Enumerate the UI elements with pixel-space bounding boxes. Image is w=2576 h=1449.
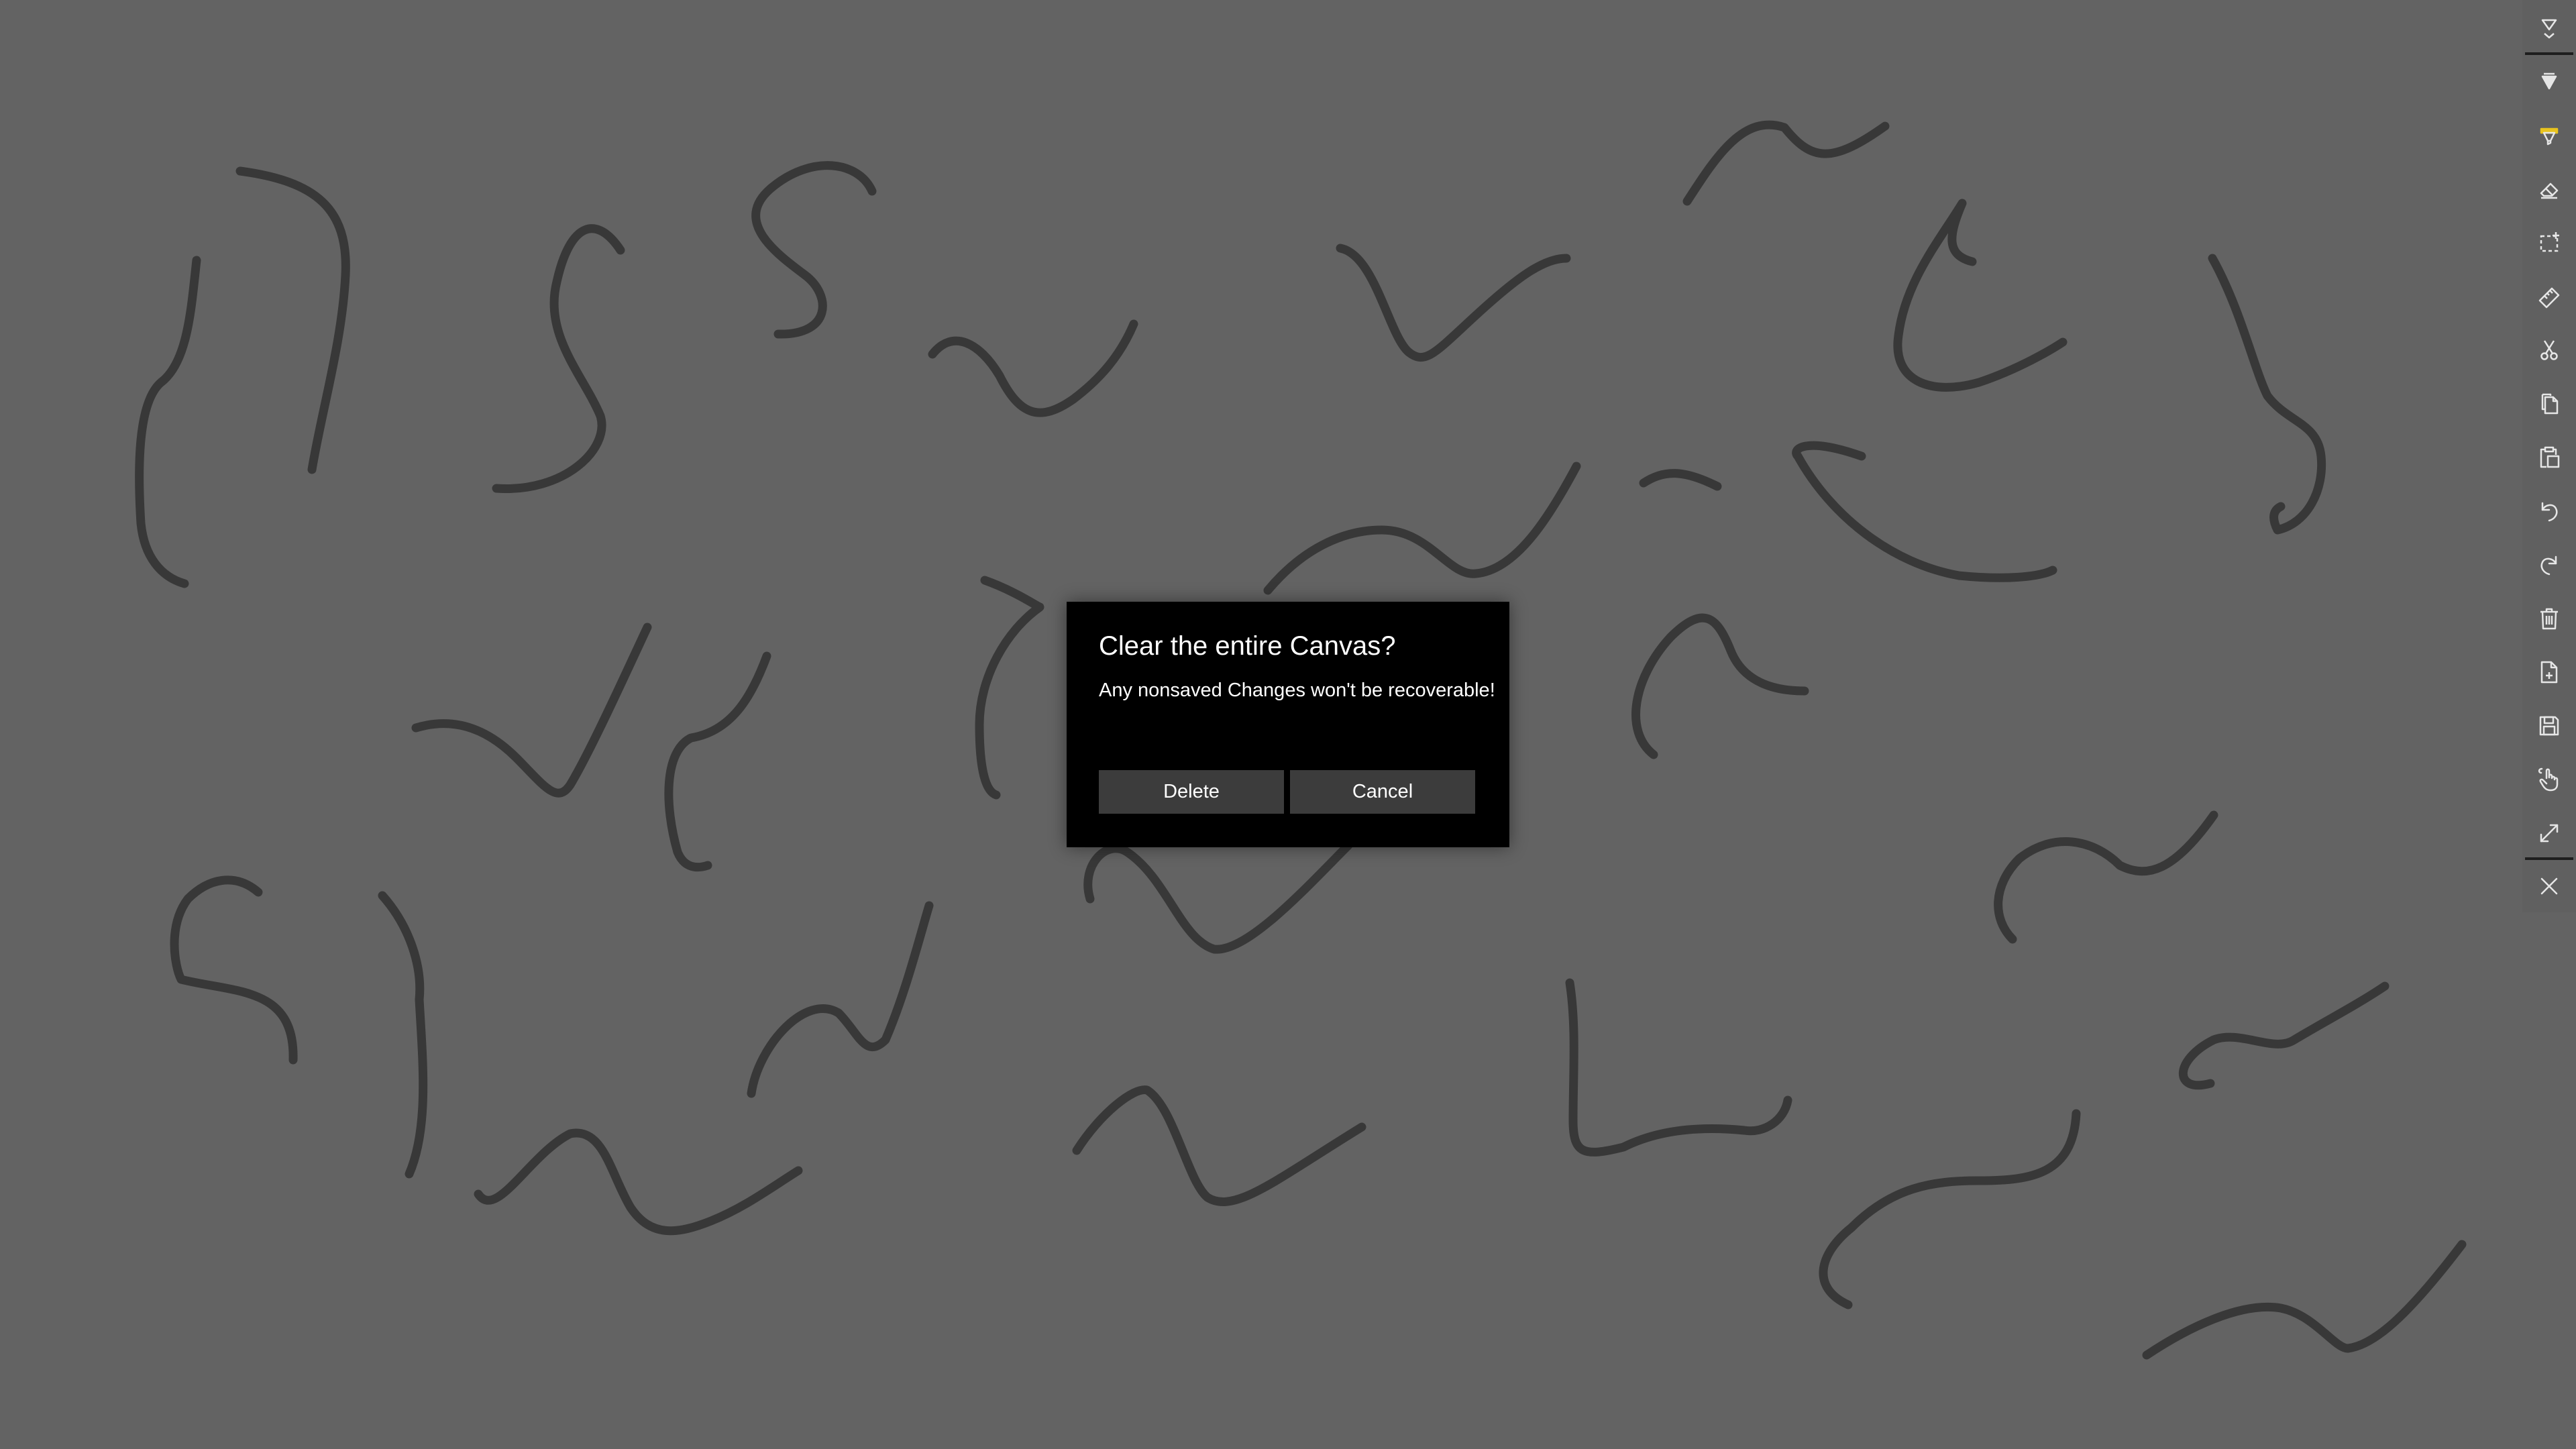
save-button[interactable] [2522, 699, 2576, 753]
clear-canvas-dialog: Clear the entire Canvas? Any nonsaved Ch… [1067, 602, 1509, 847]
clear-canvas-button[interactable] [2522, 592, 2576, 645]
undo-icon [2541, 502, 2558, 522]
redo-icon [2540, 555, 2557, 576]
ink-stroke [2178, 981, 2390, 1090]
lasso-select-icon [2540, 232, 2559, 252]
ink-stroke [2142, 1240, 2467, 1360]
ink-stroke [751, 161, 877, 339]
clear-canvas-icon [2540, 608, 2558, 630]
ruler-button[interactable] [2522, 270, 2576, 323]
ink-stroke [1072, 1085, 1366, 1206]
fullscreen-icon [2540, 824, 2559, 843]
highlighter-icon [2540, 127, 2559, 146]
delete-button[interactable]: Delete [1099, 770, 1284, 814]
collapse-toolbar-icon [2541, 19, 2557, 39]
pen-icon [2541, 72, 2557, 90]
ink-stroke [135, 256, 201, 588]
highlighter-button[interactable] [2522, 109, 2576, 162]
ink-stroke [975, 576, 1044, 800]
ink-stroke [1639, 469, 1722, 491]
ink-stroke [492, 224, 625, 493]
cancel-button[interactable]: Cancel [1290, 770, 1475, 814]
ink-stroke [411, 623, 652, 798]
toolbar [2522, 0, 2576, 912]
cut-icon [2540, 340, 2558, 360]
ink-stroke [1893, 199, 2068, 392]
fullscreen-button[interactable] [2522, 806, 2576, 860]
ink-stroke [1083, 841, 1353, 954]
ink-stroke [378, 891, 428, 1179]
ink-stroke [928, 319, 1138, 417]
ink-stroke [474, 1128, 803, 1236]
paste-icon [2540, 446, 2560, 468]
collapse-toolbar-button[interactable] [2522, 1, 2576, 55]
save-icon [2539, 716, 2559, 736]
ink-stroke [1819, 1109, 2081, 1309]
close-icon [2540, 877, 2558, 895]
open-file-icon [2540, 661, 2558, 684]
touch-writing-button[interactable] [2522, 753, 2576, 806]
ink-stroke [1565, 978, 1792, 1157]
ink-stroke [747, 901, 934, 1098]
eraser-button[interactable] [2522, 162, 2576, 216]
ink-stroke [235, 166, 350, 474]
ink-stroke [2208, 254, 2326, 535]
ink-stroke [1682, 120, 1890, 206]
ink-stroke [1336, 244, 1571, 362]
ink-stroke [1631, 613, 1809, 759]
paste-button[interactable] [2522, 431, 2576, 484]
copy-icon [2541, 393, 2559, 415]
dialog-title: Clear the entire Canvas? [1099, 631, 1396, 661]
ink-stroke [170, 875, 298, 1065]
ruler-icon [2538, 287, 2560, 309]
ink-stroke [1263, 462, 1581, 595]
cut-button[interactable] [2522, 323, 2576, 377]
ink-stroke [664, 651, 771, 871]
eraser-icon [2540, 182, 2559, 199]
redo-button[interactable] [2522, 538, 2576, 592]
undo-button[interactable] [2522, 484, 2576, 538]
open-file-button[interactable] [2522, 645, 2576, 699]
ink-stroke [1792, 441, 2057, 582]
touch-writing-icon [2538, 767, 2559, 792]
dialog-message: Any nonsaved Changes won't be recoverabl… [1099, 680, 1495, 701]
ink-stroke [1994, 810, 2218, 944]
copy-button[interactable] [2522, 377, 2576, 431]
pen-button[interactable] [2522, 55, 2576, 109]
close-button[interactable] [2522, 859, 2576, 913]
lasso-select-button[interactable] [2522, 216, 2576, 270]
